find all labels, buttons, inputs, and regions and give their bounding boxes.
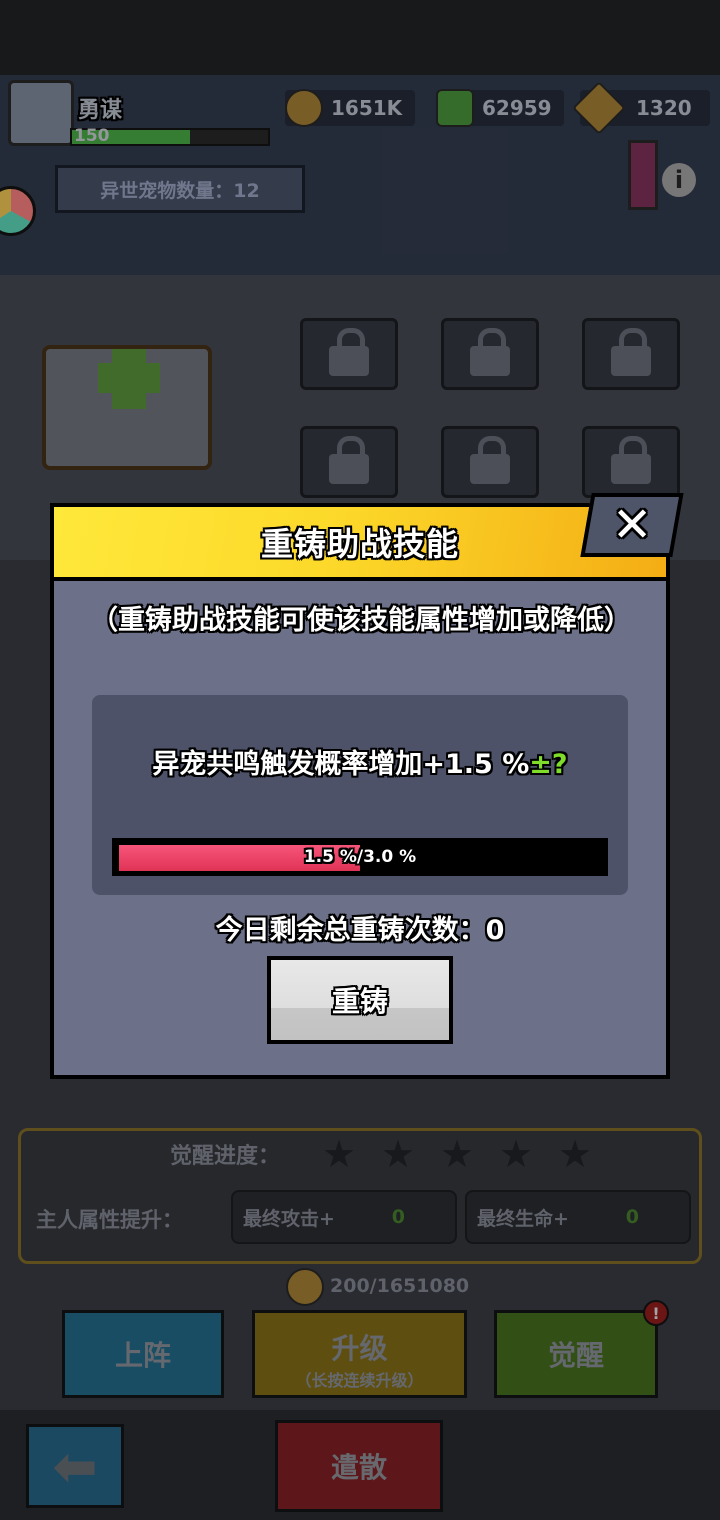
skill-effect-text: 异宠共鸣触发概率增加+1.5 % [152, 749, 530, 780]
dialog-description: （重铸助战技能可使该技能属性增加或降低） [91, 605, 631, 636]
recast-button[interactable]: 重铸 [267, 956, 453, 1044]
dialog-header: 重铸助战技能 [54, 507, 666, 581]
skill-range-indicator: ±? [529, 749, 568, 780]
skill-progress-bar: 1.5 %/3.0 % [112, 838, 608, 876]
skill-progress-label: 1.5 %/3.0 % [303, 847, 417, 867]
skill-effect: 异宠共鸣触发概率增加+1.5 %±? [92, 742, 628, 781]
recast-button-label: 重铸 [331, 985, 388, 1018]
dialog-title: 重铸助战技能 [260, 525, 459, 563]
close-icon: ✕ [611, 497, 653, 553]
close-button[interactable]: ✕ [580, 493, 684, 557]
remaining-recasts: 今日剩余总重铸次数：0 [215, 915, 505, 946]
